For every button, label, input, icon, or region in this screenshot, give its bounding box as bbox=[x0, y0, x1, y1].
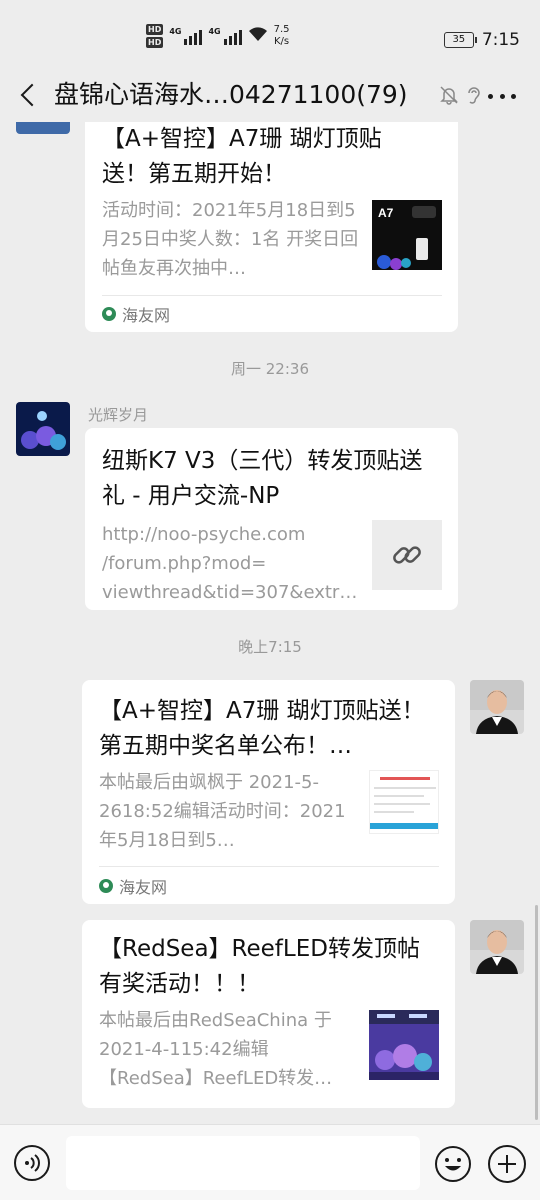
timestamp: 周一 22:36 bbox=[231, 360, 309, 378]
back-icon[interactable] bbox=[14, 78, 44, 114]
link-icon bbox=[393, 546, 421, 564]
divider bbox=[99, 866, 439, 867]
avatar[interactable] bbox=[16, 122, 70, 134]
status-bar: HD HD 4G 4G 7.5 K/s 35 7:15 bbox=[0, 0, 540, 70]
card-thumbnail: A7 bbox=[372, 200, 442, 270]
signal-icon: 4G bbox=[169, 27, 203, 45]
avatar[interactable] bbox=[470, 920, 524, 974]
card-title: 【A+智控】A7珊 瑚灯顶贴送！第五期开始！ bbox=[102, 126, 382, 187]
source-name: 海友网 bbox=[119, 878, 168, 897]
scrollbar[interactable] bbox=[535, 905, 538, 1120]
voice-icon[interactable] bbox=[14, 1145, 50, 1181]
wifi-icon bbox=[248, 26, 268, 46]
battery-level: 35 bbox=[452, 34, 466, 45]
timestamp: 晚上7:15 bbox=[238, 638, 302, 656]
sender-name: 光辉岁月 bbox=[88, 406, 149, 424]
card-description: http://noo-psyche.com /forum.php?mod= vi… bbox=[102, 524, 358, 603]
link-card[interactable]: 【A+智控】A7珊 瑚灯顶贴送！第五期中奖名单公布！… 本帖最后由飒枫于 202… bbox=[82, 680, 455, 904]
divider bbox=[102, 295, 442, 296]
card-description: 本帖最后由飒枫于 2021-5-2618:52编辑活动时间：2021年5月18日… bbox=[99, 772, 346, 851]
link-card[interactable]: 【A+智控】A7珊 瑚灯顶贴送！第五期开始！ 活动时间：2021年5月18日到5… bbox=[85, 122, 458, 332]
link-card[interactable]: 【RedSea】ReefLED转发顶帖有奖活动！！！ 本帖最后由RedSeaCh… bbox=[82, 920, 455, 1108]
avatar[interactable] bbox=[16, 402, 70, 456]
card-title: 【RedSea】ReefLED转发顶帖有奖活动！！！ bbox=[99, 936, 420, 997]
add-icon[interactable] bbox=[488, 1145, 526, 1183]
network-speed: 7.5 K/s bbox=[274, 24, 290, 48]
hd-label-2: HD bbox=[146, 37, 164, 48]
card-title: 纽斯K7 V3（三代）转发顶贴送礼 - 用户交流-NP bbox=[102, 448, 423, 509]
link-thumbnail bbox=[372, 520, 442, 590]
clock: 7:15 bbox=[481, 30, 520, 50]
network-label-2: 4G bbox=[208, 27, 221, 36]
card-source: 海友网 bbox=[102, 302, 170, 326]
card-thumbnail bbox=[369, 1010, 439, 1080]
source-logo-icon bbox=[99, 879, 113, 893]
card-title: 【A+智控】A7珊 瑚灯顶贴送！第五期中奖名单公布！… bbox=[99, 698, 425, 759]
card-thumbnail bbox=[369, 770, 439, 834]
more-icon[interactable] bbox=[488, 92, 516, 100]
card-description: 本帖最后由RedSeaChina 于2021-4-115:42编辑 【RedSe… bbox=[99, 1010, 333, 1089]
mute-icon bbox=[438, 84, 460, 106]
source-name: 海友网 bbox=[122, 306, 171, 325]
speed-value: 7.5 bbox=[273, 24, 290, 35]
status-left: HD HD 4G 4G 7.5 K/s bbox=[146, 24, 290, 48]
hd-label-1: HD bbox=[146, 24, 164, 35]
status-right: 35 7:15 bbox=[443, 30, 520, 50]
card-source: 海友网 bbox=[99, 874, 167, 898]
thumbnail-label: A7 bbox=[378, 206, 394, 220]
hd-indicator: HD HD bbox=[146, 24, 164, 48]
link-card[interactable]: 纽斯K7 V3（三代）转发顶贴送礼 - 用户交流-NP http://noo-p… bbox=[85, 428, 458, 610]
source-logo-icon bbox=[102, 307, 116, 321]
avatar[interactable] bbox=[470, 680, 524, 734]
card-description: 活动时间：2021年5月18日到5月25日中奖人数：1名 开奖日回帖鱼友再次抽中… bbox=[102, 200, 359, 279]
input-bar bbox=[0, 1124, 540, 1200]
emoji-icon[interactable] bbox=[434, 1145, 472, 1183]
message-list[interactable]: 【A+智控】A7珊 瑚灯顶贴送！第五期开始！ 活动时间：2021年5月18日到5… bbox=[0, 122, 540, 1124]
battery-icon: 35 bbox=[443, 32, 477, 48]
signal-icon: 4G bbox=[208, 27, 242, 45]
message-input[interactable] bbox=[66, 1136, 420, 1190]
chat-header: 盘锦心语海水…04271100(79) bbox=[0, 70, 540, 122]
network-label-1: 4G bbox=[169, 27, 182, 36]
chat-title[interactable]: 盘锦心语海水…04271100(79) bbox=[54, 78, 424, 112]
speed-unit: K/s bbox=[274, 36, 290, 47]
ear-icon bbox=[464, 84, 484, 106]
